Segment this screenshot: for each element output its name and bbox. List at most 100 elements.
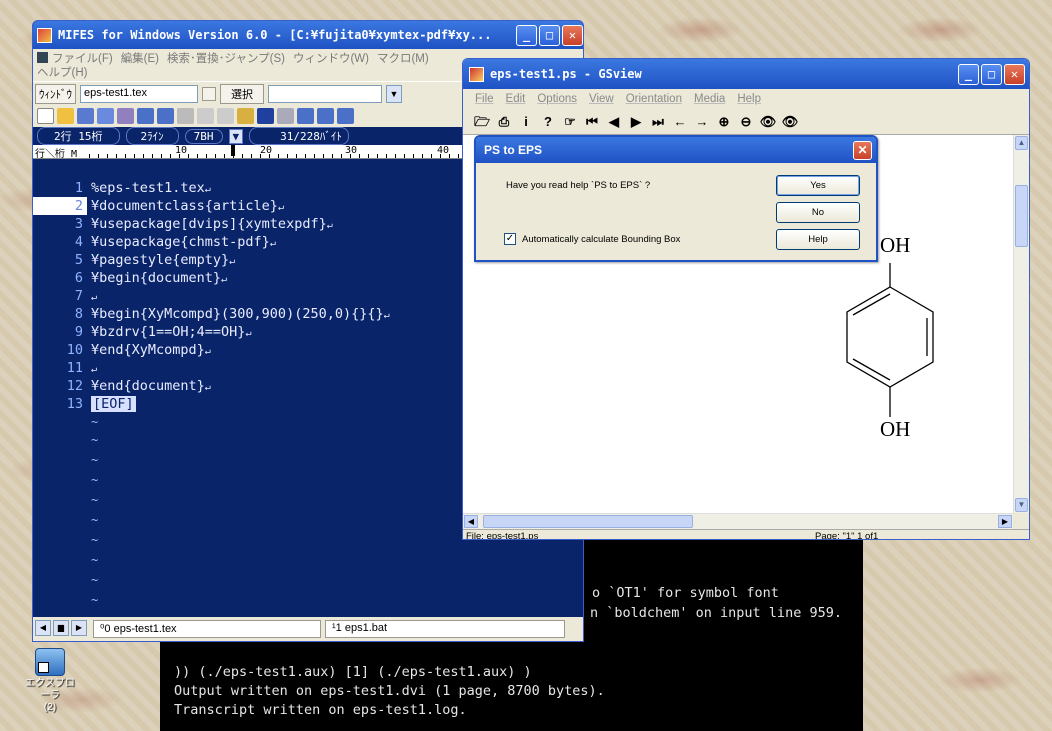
paste-icon[interactable] — [237, 108, 254, 124]
print-setup-icon[interactable] — [157, 108, 174, 124]
menu-item-help[interactable]: ヘルプ(H) — [37, 67, 87, 79]
minimize-icon[interactable]: _ — [958, 63, 979, 85]
new-file-icon[interactable] — [37, 108, 54, 124]
zoom-in-icon[interactable]: ⊕ — [715, 113, 733, 131]
window-select-field[interactable]: eps-test1.tex — [80, 84, 198, 103]
first-page-icon[interactable]: ⏮ — [583, 113, 601, 131]
scroll-left-icon[interactable]: ◀ — [464, 515, 478, 528]
help-icon[interactable]: ? — [539, 113, 557, 131]
yes-button[interactable]: Yes — [776, 175, 860, 196]
file-tabs: ◀ ▆ ▶ ⁰0 eps-test1.tex ¹1 eps1.bat — [33, 617, 583, 641]
print-icon[interactable] — [117, 108, 134, 124]
redo-icon[interactable] — [277, 108, 294, 124]
select-combo[interactable] — [268, 84, 382, 103]
scroll-right-icon[interactable]: ▶ — [998, 515, 1012, 528]
explorer-icon-sub: (2) — [43, 702, 57, 713]
search-icon[interactable] — [297, 108, 314, 124]
select-button[interactable]: 選択 — [220, 83, 264, 104]
menu-item-edit[interactable]: Edit — [506, 93, 526, 105]
menu-item-file[interactable]: ファイル(F) — [52, 53, 113, 65]
auto-bbox-checkbox[interactable]: ✓ Automatically calculate Bounding Box — [504, 233, 680, 245]
preview-icon[interactable] — [137, 108, 154, 124]
explorer-desktop-icon[interactable]: エクスプローラ (2) — [22, 648, 78, 714]
save-icon[interactable] — [77, 108, 94, 124]
mifes-titlebar[interactable]: MIFES for Windows Version 6.0 - [C:¥fuji… — [33, 21, 583, 49]
tab-eps1-bat[interactable]: ¹1 eps1.bat — [325, 620, 565, 638]
zoom-out-icon[interactable]: ⊖ — [737, 113, 755, 131]
info-icon[interactable]: i — [517, 113, 535, 131]
cut-icon[interactable] — [177, 108, 194, 124]
next-page-icon[interactable]: ▶ — [627, 113, 645, 131]
close-icon[interactable]: ✕ — [1004, 63, 1025, 85]
menu-item-edit[interactable]: 編集(E) — [121, 53, 159, 65]
status-page: Page: "1" 1 of1 — [815, 531, 879, 540]
return-mark-icon: ↵ — [204, 346, 211, 357]
search-prev-icon[interactable] — [337, 108, 354, 124]
menu-item-orientation[interactable]: Orientation — [626, 93, 682, 105]
prev-page-icon[interactable]: ◀ — [605, 113, 623, 131]
maximize-icon[interactable]: □ — [539, 24, 560, 46]
forward-arrow-icon[interactable]: → — [693, 113, 711, 131]
line-number: 11 — [66, 360, 83, 376]
scroll-up-icon[interactable]: ▲ — [1015, 136, 1028, 150]
byte-info: 31/228ﾊﾞｲﾄ — [249, 127, 349, 145]
empty-line-tilde: ~ — [91, 533, 99, 547]
code-line: ¥bzdrv{1==OH;4==OH}↵ — [91, 323, 251, 341]
no-button[interactable]: No — [776, 202, 860, 223]
checkbox-check-icon[interactable]: ✓ — [504, 233, 516, 245]
back-arrow-icon[interactable]: ← — [671, 113, 689, 131]
menu-item-options[interactable]: Options — [537, 93, 577, 105]
tab-next-icon[interactable]: ▶ — [71, 620, 87, 636]
menu-item-window[interactable]: ウィンドウ(W) — [293, 53, 369, 65]
close-icon[interactable]: ✕ — [853, 140, 872, 160]
menu-item-search[interactable]: 検索･置換･ジャンプ(S) — [167, 53, 285, 65]
goto-page-icon[interactable]: ☞ — [561, 113, 579, 131]
scroll-down-icon[interactable]: ▼ — [1015, 498, 1028, 512]
page-horizontal-scrollbar[interactable]: ◀ ▶ — [463, 513, 1013, 529]
menu-item-view[interactable]: View — [589, 93, 614, 105]
gsview-window[interactable]: eps-test1.ps - GSview _ □ ✕ File Edit Op… — [462, 58, 1030, 540]
console-line: Output written on eps-test1.dvi (1 page,… — [174, 683, 605, 699]
ps-to-eps-dialog[interactable]: PS to EPS ✕ Have you read help `PS to EP… — [474, 135, 878, 262]
dialog-titlebar[interactable]: PS to EPS ✕ — [476, 137, 876, 163]
return-mark-icon: ↵ — [204, 184, 211, 195]
explorer-icon-label: エクスプローラ — [25, 678, 75, 701]
window-mini-button[interactable] — [202, 86, 216, 101]
menu-item-file[interactable]: File — [475, 93, 494, 105]
undo-icon[interactable] — [257, 108, 274, 124]
copy-icon[interactable] — [197, 108, 214, 124]
status-file: File: eps-test1.ps — [466, 531, 539, 540]
code-text: ¥documentclass{article} — [91, 198, 278, 214]
last-page-icon[interactable]: ⏭ — [649, 113, 667, 131]
save-all-icon[interactable] — [97, 108, 114, 124]
tab-list-icon[interactable]: ▆ — [53, 620, 69, 636]
menu-doc-icon — [37, 52, 48, 63]
tab-eps-test1-tex[interactable]: ⁰0 eps-test1.tex — [93, 620, 321, 638]
copy2-icon[interactable] — [217, 108, 234, 124]
view-abc-icon[interactable]: 👁 — [759, 113, 777, 131]
menu-item-macro[interactable]: マクロ(M) — [377, 53, 429, 65]
menu-item-media[interactable]: Media — [694, 93, 725, 105]
print-icon[interactable]: ⎙ — [495, 113, 513, 131]
search-next-icon[interactable] — [317, 108, 334, 124]
chevron-down-icon[interactable]: ▼ — [386, 84, 402, 103]
close-icon[interactable]: ✕ — [562, 24, 583, 46]
code-text: ¥usepackage[dvips]{xymtexpdf} — [91, 216, 327, 232]
return-mark-icon: ↵ — [229, 256, 236, 267]
open-folder-icon[interactable]: 🗁 — [473, 113, 491, 131]
help-button[interactable]: Help — [776, 229, 860, 250]
maximize-icon[interactable]: □ — [981, 63, 1002, 85]
view-eps-icon[interactable]: 👁 — [781, 113, 799, 131]
empty-line-tilde: ~ — [91, 473, 99, 487]
open-folder-icon[interactable] — [57, 108, 74, 124]
page-vertical-scrollbar[interactable]: ▲ ▼ — [1013, 135, 1029, 513]
menu-item-help[interactable]: Help — [737, 93, 761, 105]
hscroll-thumb[interactable] — [483, 515, 693, 528]
return-mark-icon: ↵ — [326, 220, 333, 231]
tab-prev-icon[interactable]: ◀ — [35, 620, 51, 636]
minimize-icon[interactable]: _ — [516, 24, 537, 46]
status-chevron-icon[interactable]: ▼ — [228, 128, 244, 144]
scroll-thumb[interactable] — [1015, 185, 1028, 247]
empty-line-tilde: ~ — [91, 453, 99, 467]
gsview-titlebar[interactable]: eps-test1.ps - GSview _ □ ✕ — [463, 59, 1029, 89]
